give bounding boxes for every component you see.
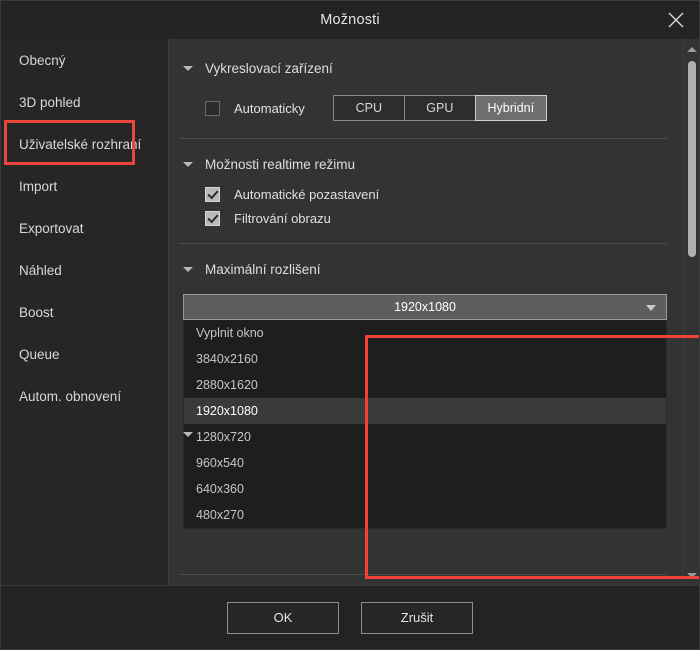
dropdown-option-1920x1080[interactable]: 1920x1080	[184, 398, 666, 424]
render-mode-segmented: CPU GPU Hybridní	[333, 95, 547, 121]
dropdown-option-960x540[interactable]: 960x540	[184, 450, 666, 476]
chevron-down-icon	[183, 66, 193, 71]
render-device-row: Automaticky CPU GPU Hybridní	[169, 95, 683, 121]
sidebar-item-3d-pohled[interactable]: 3D pohled	[1, 81, 168, 123]
automaticky-label[interactable]: Automaticky	[234, 101, 305, 116]
scroll-up-button[interactable]	[684, 41, 699, 57]
filtrovani-obrazu-checkbox[interactable]	[205, 211, 220, 226]
max-resolution-value: 1920x1080	[394, 300, 456, 314]
scroll-down-button[interactable]	[684, 567, 699, 583]
sidebar-item-exportovat[interactable]: Exportovat	[1, 207, 168, 249]
chevron-down-icon	[183, 162, 193, 167]
max-resolution-combobox-wrap: 1920x1080 Vyplnit okno 3840x2160 2880x16…	[183, 294, 667, 529]
cancel-button[interactable]: Zrušit	[361, 602, 473, 634]
realtime-option-row: Automatické pozastavení	[169, 187, 683, 202]
section-header-max-resolution[interactable]: Maximální rozlišení	[169, 254, 683, 284]
max-resolution-combobox[interactable]: 1920x1080	[183, 294, 667, 320]
scroll-up-arrow-icon	[687, 47, 697, 52]
automaticky-checkbox[interactable]	[205, 101, 220, 116]
realtime-option-row: Filtrování obrazu	[169, 211, 683, 226]
close-icon	[667, 11, 685, 29]
divider	[179, 138, 667, 139]
sidebar-item-queue[interactable]: Queue	[1, 333, 168, 375]
sidebar-item-boost[interactable]: Boost	[1, 291, 168, 333]
dropdown-option-vyplnit-okno[interactable]: Vyplnit okno	[184, 320, 666, 346]
max-resolution-dropdown: Vyplnit okno 3840x2160 2880x1620 1920x10…	[183, 320, 667, 529]
dialog-footer: OK Zrušit	[1, 585, 699, 649]
sidebar-item-label: Uživatelské rozhraní	[19, 137, 141, 152]
scrollbar-thumb[interactable]	[688, 61, 696, 257]
close-button[interactable]	[653, 1, 699, 39]
sidebar-item-autom-obnoveni[interactable]: Autom. obnovení	[1, 375, 168, 417]
sidebar-item-label: Obecný	[19, 53, 66, 68]
section-header-realtime[interactable]: Možnosti realtime režimu	[169, 149, 683, 179]
section-title: Vykreslovací zařízení	[205, 61, 333, 76]
options-dialog: Možnosti Obecný 3D pohled Uživatelské ro…	[0, 0, 700, 650]
dropdown-option-2880x1620[interactable]: 2880x1620	[184, 372, 666, 398]
section-title: Možnosti realtime režimu	[205, 157, 355, 172]
settings-content: Vykreslovací zařízení Automaticky CPU GP…	[169, 39, 683, 585]
dropdown-option-480x270[interactable]: 480x270	[184, 502, 666, 528]
sidebar: Obecný 3D pohled Uživatelské rozhraní Im…	[1, 39, 169, 585]
section-header-render-device[interactable]: Vykreslovací zařízení	[169, 53, 683, 83]
sidebar-item-uzivatelske-rozhrani[interactable]: Uživatelské rozhraní	[1, 123, 168, 165]
sidebar-item-label: 3D pohled	[19, 95, 81, 110]
divider	[179, 574, 667, 575]
scrollbar[interactable]	[683, 39, 699, 585]
sidebar-item-import[interactable]: Import	[1, 165, 168, 207]
dropdown-option-640x360[interactable]: 640x360	[184, 476, 666, 502]
chevron-down-icon	[646, 305, 656, 311]
sidebar-item-label: Náhled	[19, 263, 62, 278]
automaticke-pozastaveni-checkbox[interactable]	[205, 187, 220, 202]
section-header-hidden[interactable]	[169, 419, 205, 449]
settings-panel: Vykreslovací zařízení Automaticky CPU GP…	[169, 39, 699, 585]
divider	[179, 243, 667, 244]
sidebar-item-label: Import	[19, 179, 57, 194]
filtrovani-obrazu-label[interactable]: Filtrování obrazu	[234, 211, 331, 226]
sidebar-item-label: Boost	[19, 305, 54, 320]
title-bar: Možnosti	[1, 1, 699, 39]
sidebar-item-label: Exportovat	[19, 221, 84, 236]
sidebar-item-label: Autom. obnovení	[19, 389, 121, 404]
sidebar-item-label: Queue	[19, 347, 60, 362]
dropdown-option-3840x2160[interactable]: 3840x2160	[184, 346, 666, 372]
sidebar-item-obecny[interactable]: Obecný	[1, 39, 168, 81]
render-mode-gpu[interactable]: GPU	[404, 95, 476, 121]
scroll-down-arrow-icon	[687, 573, 697, 578]
sidebar-item-nahled[interactable]: Náhled	[1, 249, 168, 291]
render-mode-cpu[interactable]: CPU	[333, 95, 405, 121]
automaticke-pozastaveni-label[interactable]: Automatické pozastavení	[234, 187, 379, 202]
section-header-denoise[interactable]: Odstranění šumu	[169, 584, 683, 585]
render-mode-hybridni[interactable]: Hybridní	[475, 95, 547, 121]
section-title: Maximální rozlišení	[205, 262, 321, 277]
dialog-body: Obecný 3D pohled Uživatelské rozhraní Im…	[1, 39, 699, 585]
dropdown-option-1280x720[interactable]: 1280x720	[184, 424, 666, 450]
ok-button[interactable]: OK	[227, 602, 339, 634]
chevron-down-icon	[183, 432, 193, 437]
window-title: Možnosti	[320, 12, 380, 28]
chevron-down-icon	[183, 267, 193, 272]
